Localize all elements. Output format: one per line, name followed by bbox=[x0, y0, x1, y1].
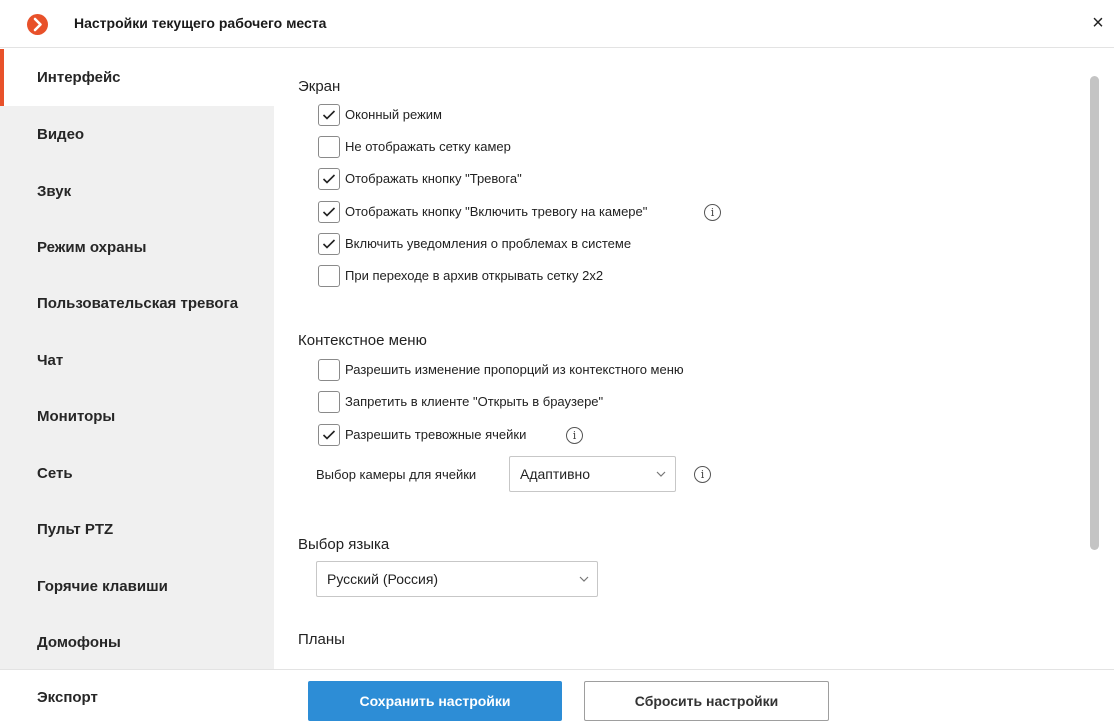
chevron-down-icon bbox=[579, 576, 589, 582]
scrollbar-thumb[interactable] bbox=[1090, 76, 1099, 550]
checkbox-hide-camera-grid[interactable] bbox=[318, 136, 340, 158]
sidebar-item-user-alarm[interactable]: Пользовательская тревога bbox=[0, 275, 274, 332]
checkbox-allow-alarm-cells[interactable] bbox=[318, 424, 340, 446]
title-bar: Настройки текущего рабочего места × bbox=[0, 0, 1114, 48]
footer: Сохранить настройки Сбросить настройки bbox=[274, 669, 1114, 727]
sidebar-item-security-mode[interactable]: Режим охраны bbox=[0, 219, 274, 276]
info-icon[interactable]: i bbox=[704, 204, 721, 221]
checkbox-deny-open-in-browser[interactable] bbox=[318, 391, 340, 413]
sidebar: Интерфейс Видео Звук Режим охраны Пользо… bbox=[0, 49, 274, 669]
option-label: Оконный режим bbox=[345, 107, 442, 122]
sidebar-item-intercoms[interactable]: Домофоны bbox=[0, 614, 274, 671]
checkmark-icon bbox=[322, 430, 336, 440]
language-select-value: Русский (Россия) bbox=[327, 571, 439, 587]
option-label: При переходе в архив открывать сетку 2x2 bbox=[345, 268, 604, 283]
close-icon[interactable]: × bbox=[1088, 12, 1108, 34]
sidebar-item-network[interactable]: Сеть bbox=[0, 445, 274, 502]
checkbox-allow-aspect-change[interactable] bbox=[318, 359, 340, 381]
option-label: Не отображать сетку камер bbox=[345, 139, 511, 154]
section-title-screen: Экран bbox=[298, 78, 341, 95]
camera-select-value: Адаптивно bbox=[520, 466, 591, 482]
option-label: Разрешить тревожные ячейки bbox=[345, 427, 527, 442]
checkmark-icon bbox=[322, 110, 336, 120]
checkbox-archive-grid-2x2[interactable] bbox=[318, 265, 340, 287]
camera-select-dropdown[interactable]: Адаптивно bbox=[509, 456, 676, 492]
checkmark-icon bbox=[322, 207, 336, 217]
settings-content: Экран Оконный режим Не отображать сетку … bbox=[274, 49, 1114, 669]
sidebar-item-hotkeys[interactable]: Горячие клавиши bbox=[0, 558, 274, 615]
section-title-context-menu: Контекстное меню bbox=[298, 332, 427, 349]
sidebar-item-video[interactable]: Видео bbox=[0, 106, 274, 163]
sidebar-item-export[interactable]: Экспорт bbox=[0, 669, 274, 727]
option-label: Отображать кнопку "Тревога" bbox=[345, 171, 522, 186]
section-title-plans: Планы bbox=[298, 631, 345, 648]
sidebar-item-chat[interactable]: Чат bbox=[0, 332, 274, 389]
info-icon[interactable]: i bbox=[694, 466, 711, 483]
checkmark-icon bbox=[322, 174, 336, 184]
checkmark-icon bbox=[322, 239, 336, 249]
camera-select-label: Выбор камеры для ячейки bbox=[316, 467, 477, 482]
option-label: Разрешить изменение пропорций из контекс… bbox=[345, 362, 684, 377]
option-label: Включить уведомления о проблемах в систе… bbox=[345, 236, 632, 251]
option-label: Отображать кнопку "Включить тревогу на к… bbox=[345, 204, 648, 219]
sidebar-item-monitors[interactable]: Мониторы bbox=[0, 388, 274, 445]
info-icon[interactable]: i bbox=[566, 427, 583, 444]
section-title-language: Выбор языка bbox=[298, 536, 390, 553]
sidebar-item-ptz[interactable]: Пульт PTZ bbox=[0, 501, 274, 558]
app-logo-icon bbox=[27, 14, 48, 35]
reset-settings-button[interactable]: Сбросить настройки bbox=[584, 681, 829, 721]
checkbox-show-camera-alarm-button[interactable] bbox=[318, 201, 340, 223]
checkbox-show-alarm-button[interactable] bbox=[318, 168, 340, 190]
checkbox-system-notifications[interactable] bbox=[318, 233, 340, 255]
window-title: Настройки текущего рабочего места bbox=[74, 15, 327, 31]
save-settings-button[interactable]: Сохранить настройки bbox=[308, 681, 562, 721]
sidebar-item-sound[interactable]: Звук bbox=[0, 163, 274, 220]
option-label: Запретить в клиенте "Открыть в браузере" bbox=[345, 394, 604, 409]
sidebar-item-interface[interactable]: Интерфейс bbox=[0, 49, 274, 106]
language-select-dropdown[interactable]: Русский (Россия) bbox=[316, 561, 598, 597]
checkbox-windowed-mode[interactable] bbox=[318, 104, 340, 126]
chevron-down-icon bbox=[656, 471, 666, 477]
